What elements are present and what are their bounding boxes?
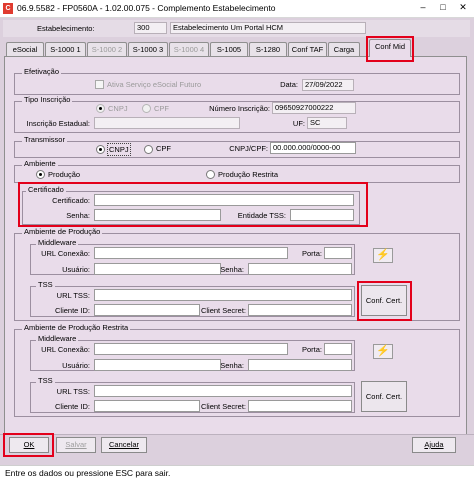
rest-url-tss-label: URL TSS: [56, 387, 90, 396]
prod-client-secret-label: Client Secret: [200, 306, 246, 315]
tab-carga[interactable]: Carga [328, 42, 360, 56]
rest-cliente-id-field[interactable] [94, 400, 200, 412]
transmissor-title: Transmissor [22, 135, 67, 145]
prod-url-tss-label: URL TSS: [56, 291, 90, 300]
estabelecimento-name[interactable]: Estabelecimento Um Portal HCM [170, 22, 366, 34]
cnpj-cpf-label: CNPJ/CPF: [229, 144, 268, 153]
rest-porta-label: Porta: [301, 345, 322, 354]
app-icon: C [3, 3, 13, 14]
tab-s1000-2: S-1000 2 [87, 42, 127, 56]
efetivacao-group [14, 73, 460, 95]
numero-inscricao-field[interactable]: 09650927000222 [272, 102, 356, 114]
highlight-conf-cert [357, 281, 412, 321]
rest-conf-cert-button[interactable]: Conf. Cert. [361, 381, 407, 412]
estabelecimento-code[interactable]: 300 [134, 22, 167, 34]
rest-senha-field[interactable] [248, 359, 352, 371]
rest-senha-label: Senha: [220, 361, 244, 370]
rest-usuario-label: Usuário: [62, 361, 90, 370]
tab-esocial[interactable]: eSocial [6, 42, 44, 56]
rest-url-conexao-field[interactable] [94, 343, 288, 355]
rest-url-conexao-label: URL Conexão: [41, 345, 90, 354]
rest-cliente-id-label: Cliente ID: [54, 402, 90, 411]
estabelecimento-label: Estabelecimento: [37, 24, 95, 33]
prod-cliente-id-label: Cliente ID: [54, 306, 90, 315]
ambiente-restrita-radio[interactable] [206, 170, 215, 179]
tipo-inscricao-title: Tipo Inscrição [22, 95, 73, 105]
amb-producao-title: Ambiente de Produção [22, 227, 103, 237]
tab-s1000-4: S-1000 4 [169, 42, 209, 56]
title-bar: C 06.9.5582 - FP0560A - 1.02.00.075 - Co… [0, 0, 474, 18]
data-field[interactable]: 27/09/2022 [302, 79, 354, 91]
close-icon[interactable]: ✕ [456, 2, 470, 13]
rest-url-tss-field[interactable] [94, 385, 352, 397]
tipo-cpf-label: CPF [154, 104, 169, 113]
rest-client-secret-field[interactable] [248, 400, 352, 412]
rest-tss-title: TSS [36, 376, 55, 386]
prod-usuario-label: Usuário: [62, 265, 90, 274]
transmissor-cpf-label: CPF [156, 144, 171, 153]
prod-porta-field[interactable] [324, 247, 352, 259]
rest-usuario-field[interactable] [94, 359, 221, 371]
tipo-cnpj-radio [96, 104, 105, 113]
amb-restrita-title: Ambiente de Produção Restrita [22, 323, 131, 333]
highlight-certificado [18, 182, 368, 227]
inscricao-estadual-field[interactable] [94, 117, 240, 129]
cancelar-button[interactable]: Cancelar [101, 437, 147, 453]
prod-url-conexao-label: URL Conexão: [41, 249, 90, 258]
prod-porta-label: Porta: [301, 249, 322, 258]
prod-cliente-id-field[interactable] [94, 304, 200, 316]
header-bar: Estabelecimento: 300 Estabelecimento Um … [3, 20, 470, 37]
tab-s1005[interactable]: S-1005 [210, 42, 248, 56]
transmissor-cnpj-radio[interactable] [96, 145, 105, 154]
rest-client-secret-label: Client Secret: [200, 402, 246, 411]
transmissor-cpf-radio[interactable] [144, 145, 153, 154]
ativa-servico-label: Ativa Serviço eSocial Futuro [107, 80, 202, 89]
uf-field[interactable]: SC [307, 117, 347, 129]
ativa-servico-checkbox[interactable] [95, 80, 104, 89]
prod-middleware-title: Middleware [36, 238, 79, 248]
ambiente-restrita-label: Produção Restrita [218, 170, 279, 179]
prod-url-conexao-field[interactable] [94, 247, 288, 259]
rest-porta-field[interactable] [324, 343, 352, 355]
prod-senha-field[interactable] [248, 263, 352, 275]
cnpj-cpf-field[interactable]: 00.000.000/0000-00 [270, 142, 356, 154]
tab-s1280[interactable]: S-1280 [249, 42, 287, 56]
tab-s1000-3[interactable]: S-1000 3 [128, 42, 168, 56]
highlight-conf-mid [366, 36, 414, 62]
ajuda-button[interactable]: Ajuda [412, 437, 456, 453]
tab-conf-taf[interactable]: Conf TAF [288, 42, 327, 56]
tab-s1000-1[interactable]: S-1000 1 [45, 42, 86, 56]
prod-lightning-icon[interactable]: ⚡ [373, 248, 393, 263]
data-label: Data: [280, 80, 298, 89]
window-title: 06.9.5582 - FP0560A - 1.02.00.075 - Comp… [17, 3, 276, 13]
ambiente-producao-label: Produção [48, 170, 81, 179]
ambiente-producao-radio[interactable] [36, 170, 45, 179]
prod-senha-label: Senha: [220, 265, 244, 274]
inscricao-estadual-label: Inscrição Estadual: [26, 119, 90, 128]
prod-url-tss-field[interactable] [94, 289, 352, 301]
tipo-cnpj-label: CNPJ [108, 104, 128, 113]
rest-middleware-title: Middleware [36, 334, 79, 344]
salvar-button: Salvar [56, 437, 96, 453]
transmissor-cnpj-label: CNPJ [107, 143, 131, 156]
rest-lightning-icon[interactable]: ⚡ [373, 344, 393, 359]
maximize-icon[interactable]: □ [436, 2, 450, 12]
prod-tss-title: TSS [36, 280, 55, 290]
prod-usuario-field[interactable] [94, 263, 221, 275]
uf-label: UF: [292, 119, 305, 128]
efetivacao-title: Efetivação [22, 67, 62, 77]
highlight-ok [3, 433, 54, 457]
prod-client-secret-field[interactable] [248, 304, 352, 316]
numero-inscricao-label: Número Inscrição: [209, 104, 270, 113]
tipo-cpf-radio [142, 104, 151, 113]
status-bar: Entre os dados ou pressione ESC para sai… [0, 465, 474, 483]
ambiente-title: Ambiente [22, 159, 58, 169]
minimize-icon[interactable]: – [416, 2, 430, 12]
